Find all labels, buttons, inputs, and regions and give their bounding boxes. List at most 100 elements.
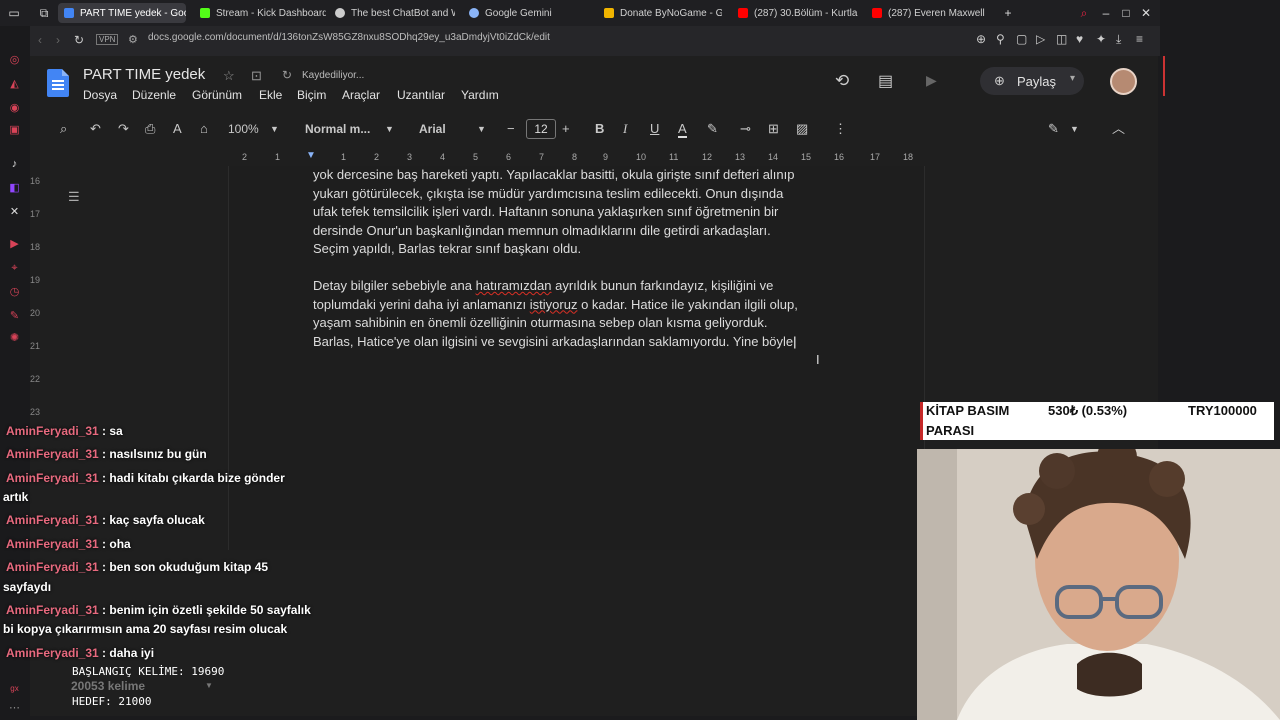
mail-icon[interactable]: ▣ xyxy=(8,124,21,137)
word-count-widget[interactable]: 20053 kelime xyxy=(71,679,145,693)
meet-icon[interactable]: ▶ xyxy=(926,72,937,89)
chevron-down-icon[interactable]: ▼ xyxy=(1070,122,1079,136)
font-size-input[interactable]: 12 xyxy=(526,119,556,139)
messenger-icon[interactable]: ◎ xyxy=(8,54,21,67)
underline-icon[interactable]: U xyxy=(650,122,659,136)
player-icon[interactable]: ▶ xyxy=(8,238,21,251)
menu-dosya[interactable]: Dosya xyxy=(83,88,117,102)
tab-youtube-2[interactable]: (287) Everen Maxwell xyxy=(872,3,992,23)
reload-icon[interactable]: ↻ xyxy=(74,33,84,47)
search-icon[interactable]: ⌕ xyxy=(60,122,67,136)
site-info-icon[interactable]: ⚙ xyxy=(128,33,138,46)
share-button[interactable]: ⊕ Paylaş ▾ xyxy=(980,67,1084,95)
play-icon[interactable]: ▷ xyxy=(1036,32,1045,46)
bold-icon[interactable]: B xyxy=(595,122,604,136)
undo-icon[interactable]: ↶ xyxy=(90,122,101,136)
pin-icon[interactable]: ⚲ xyxy=(996,32,1005,46)
chevron-down-icon[interactable]: ▼ xyxy=(477,122,486,136)
forward-icon[interactable]: › xyxy=(56,33,60,47)
chevron-down-icon[interactable]: ▼ xyxy=(385,122,394,136)
search-icon[interactable]: ⌕ xyxy=(1076,5,1092,21)
tab-gemini[interactable]: Google Gemini xyxy=(469,3,579,23)
settings-icon[interactable]: ✺ xyxy=(8,332,21,345)
back-icon[interactable]: ‹ xyxy=(38,33,42,47)
document-title[interactable]: PART TIME yedek xyxy=(83,66,205,83)
zoom-icon[interactable]: ⊕ xyxy=(976,32,986,46)
ruler-tick: 1 xyxy=(275,152,281,162)
chat-username: AminFeryadi_31 xyxy=(6,513,99,527)
avatar[interactable] xyxy=(1110,68,1137,95)
redo-icon[interactable]: ↷ xyxy=(118,122,129,136)
indent-marker-icon[interactable]: ▼ xyxy=(306,150,316,161)
tiktok-icon[interactable]: ♪ xyxy=(8,158,21,171)
tab-kick[interactable]: Stream - Kick Dashboard xyxy=(200,3,326,23)
tabs-icon[interactable]: ⧉ xyxy=(36,5,52,21)
outline-icon[interactable]: ☰ xyxy=(68,189,80,205)
bookmark-icon[interactable]: ⌖ xyxy=(8,262,21,275)
vpn-badge[interactable]: VPN xyxy=(96,34,119,45)
x-icon[interactable]: ✕ xyxy=(8,206,21,219)
maximize-icon[interactable]: □ xyxy=(1118,5,1134,21)
menu-ekle[interactable]: Ekle xyxy=(259,88,282,102)
wallet-icon[interactable]: ◫ xyxy=(1056,32,1067,46)
chat-message: AminFeryadi_31 : hadi kitabı çıkarda biz… xyxy=(6,470,285,486)
star-icon[interactable]: ☆ xyxy=(223,68,235,84)
tab-chatbot[interactable]: The best ChatBot and W xyxy=(335,3,455,23)
misspelled-word[interactable]: istiyoruz xyxy=(530,297,578,312)
menu-uzantilar[interactable]: Uzantılar xyxy=(397,88,445,102)
link-icon[interactable]: ⊸ xyxy=(740,122,751,136)
text-color-icon[interactable]: A xyxy=(678,122,687,138)
comments-icon[interactable]: ▤ xyxy=(878,71,893,91)
tab-youtube-1[interactable]: (287) 30.Bölüm - Kurtlar xyxy=(738,3,858,23)
download-icon[interactable]: ⤓ xyxy=(1116,32,1121,47)
menu-icon[interactable]: ≡ xyxy=(1136,32,1143,46)
menu-duzenle[interactable]: Düzenle xyxy=(132,88,176,102)
history-icon[interactable]: ◷ xyxy=(8,286,21,299)
notes-icon[interactable]: ✎ xyxy=(8,310,21,323)
heart-icon[interactable]: ♥ xyxy=(1076,32,1083,46)
chevron-down-icon[interactable]: ▼ xyxy=(270,122,279,136)
snapshot-icon[interactable]: ▢ xyxy=(1016,32,1027,46)
text-line: Seçim yapıldı, Barlas tekrar sınıf başka… xyxy=(313,241,582,256)
new-tab-button[interactable]: + xyxy=(1000,5,1016,21)
chevron-down-icon[interactable]: ▼ xyxy=(205,681,213,690)
document-page[interactable]: yok dercesine baş hareketi yaptı. Yapıla… xyxy=(228,166,925,550)
insert-image-icon[interactable]: ▨ xyxy=(796,122,808,136)
increase-font-icon[interactable]: + xyxy=(562,122,570,136)
url-text[interactable]: docs.google.com/document/d/136tonZsW85GZ… xyxy=(148,32,550,43)
misspelled-word[interactable]: hatıramızdan xyxy=(476,278,552,293)
scrollbar[interactable] xyxy=(1163,56,1165,96)
font-select[interactable]: Arial xyxy=(419,122,446,136)
version-history-icon[interactable]: ⟲ xyxy=(835,71,849,91)
gx-icon[interactable]: gx xyxy=(8,682,21,695)
close-icon[interactable]: ✕ xyxy=(1138,5,1154,21)
spellcheck-icon[interactable]: A xyxy=(173,122,182,136)
paint-format-icon[interactable]: ⌂ xyxy=(200,122,208,136)
chat-icon[interactable]: ◉ xyxy=(8,102,21,115)
more-icon[interactable]: ⋯ xyxy=(8,702,21,715)
move-folder-icon[interactable]: ⊡ xyxy=(251,68,262,84)
menu-gorunum[interactable]: Görünüm xyxy=(192,88,242,102)
more-options-icon[interactable]: ⋮ xyxy=(834,122,847,136)
editing-mode-icon[interactable]: ✎ xyxy=(1048,122,1059,136)
add-comment-icon[interactable]: ⊞ xyxy=(768,122,779,136)
menu-bicim[interactable]: Biçim xyxy=(297,88,326,102)
decrease-font-icon[interactable]: − xyxy=(507,122,515,136)
sidebar-toggle-icon[interactable]: ▭ xyxy=(6,5,22,21)
minimize-icon[interactable]: – xyxy=(1098,5,1114,21)
zoom-select[interactable]: 100% xyxy=(228,122,259,136)
docs-logo-icon[interactable] xyxy=(47,69,69,97)
menu-araclar[interactable]: Araçlar xyxy=(342,88,380,102)
print-icon[interactable]: ⎙ xyxy=(145,122,155,136)
extensions-icon[interactable]: ✦ xyxy=(1096,32,1106,46)
ruler-tick: 8 xyxy=(572,152,578,162)
menu-yardim[interactable]: Yardım xyxy=(461,88,499,102)
twitch-icon[interactable]: ◧ xyxy=(8,182,21,195)
highlight-icon[interactable]: ✎ xyxy=(707,122,718,136)
bag-icon[interactable]: ◭ xyxy=(8,78,21,91)
tab-bynogame[interactable]: Donate ByNoGame - Gel xyxy=(604,3,722,23)
italic-icon[interactable]: I xyxy=(623,122,627,136)
collapse-menus-icon[interactable]: ︿ xyxy=(1112,122,1125,136)
tab-docs[interactable]: PART TIME yedek - Goog xyxy=(58,3,186,23)
style-select[interactable]: Normal m... xyxy=(305,122,370,136)
